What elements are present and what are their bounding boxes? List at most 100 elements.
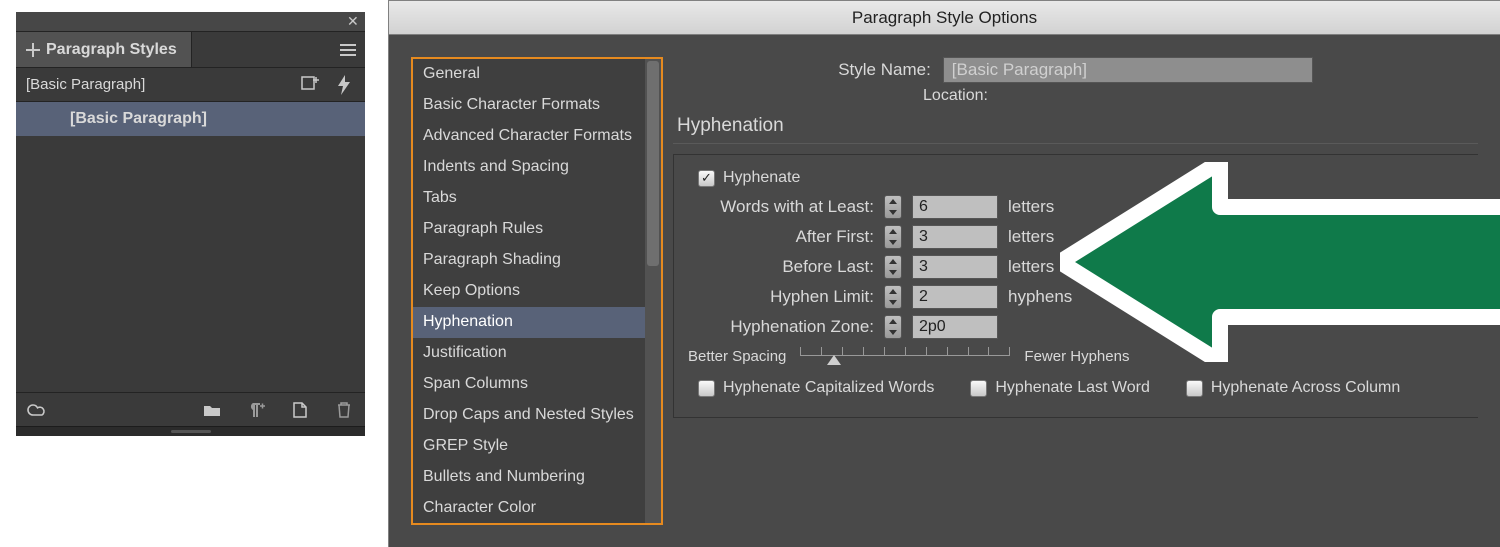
hyphenate-checkbox-row: ✓ Hyphenate [698,169,1464,187]
step-up-icon [885,316,901,327]
panel-menu-button[interactable] [331,32,365,67]
option-label: Hyphenate Across Column [1211,379,1400,397]
numeric-input[interactable] [912,225,998,249]
category-item[interactable]: GREP Style [413,431,645,462]
category-item[interactable]: Character Color [413,493,645,523]
category-item[interactable]: Tabs [413,183,645,214]
page-icon [292,402,308,418]
option-checkbox-row: Hyphenate Capitalized Words [698,379,934,397]
option-label: Hyphenate Capitalized Words [723,379,934,397]
category-scrollbar[interactable] [645,59,661,523]
field-label: After First: [688,227,874,247]
category-item[interactable]: Span Columns [413,369,645,400]
panel-resize-handle[interactable] [16,426,365,436]
slider-left-caption: Better Spacing [688,348,786,365]
numeric-field-row: After First: letters [688,225,1464,249]
panel-footer [16,392,365,426]
unit-label: hyphens [1008,287,1072,307]
stepper[interactable] [884,195,902,219]
step-up-icon [885,286,901,297]
panel-topbar: ✕ [16,12,365,32]
field-label: Hyphenation Zone: [688,317,874,337]
step-down-icon [885,327,901,338]
option-checkbox[interactable] [698,380,715,397]
category-item[interactable]: Indents and Spacing [413,152,645,183]
unit-label: letters [1008,197,1054,217]
stepper[interactable] [884,315,902,339]
style-list-body [16,136,365,392]
category-item[interactable]: Drop Caps and Nested Styles [413,400,645,431]
numeric-field-row: Hyphenation Zone: [688,315,1464,339]
style-list-item-selected[interactable]: [Basic Paragraph] [16,102,365,136]
dialog-body: GeneralBasic Character FormatsAdvanced C… [389,35,1500,547]
option-checkbox[interactable] [1186,380,1203,397]
delete-button[interactable] [333,399,355,421]
numeric-input[interactable] [912,285,998,309]
field-label: Words with at Least: [688,197,874,217]
category-list[interactable]: GeneralBasic Character FormatsAdvanced C… [413,59,645,523]
tab-paragraph-styles[interactable]: Paragraph Styles [16,32,192,67]
expand-icon [26,43,40,57]
style-name-row: Style Name: [673,57,1478,83]
field-label: Hyphen Limit: [688,287,874,307]
category-item[interactable]: Bullets and Numbering [413,462,645,493]
close-icon[interactable]: ✕ [347,15,359,27]
style-list-item-label: [Basic Paragraph] [70,110,207,128]
category-item[interactable]: Paragraph Shading [413,245,645,276]
new-style-button[interactable] [299,74,321,96]
numeric-input[interactable] [912,255,998,279]
divider [673,143,1478,144]
step-down-icon [885,237,901,248]
trash-icon [336,401,352,419]
option-checkbox[interactable] [970,380,987,397]
cc-libraries-button[interactable] [26,399,48,421]
panel-tab-row: Paragraph Styles [16,32,365,68]
hyphenation-fieldset: ✓ Hyphenate Words with at Least:lettersA… [673,154,1478,418]
category-item[interactable]: Keep Options [413,276,645,307]
unit-label: letters [1008,227,1054,247]
pilcrow-plus-icon [247,402,265,418]
step-down-icon [885,267,901,278]
section-title: Hyphenation [677,115,1478,137]
style-name-input[interactable] [943,57,1313,83]
stepper[interactable] [884,285,902,309]
location-label: Location: [923,87,988,104]
clear-overrides-button[interactable] [245,399,267,421]
stepper[interactable] [884,225,902,249]
step-down-icon [885,207,901,218]
style-group-button[interactable] [201,399,223,421]
hamburger-icon [340,44,356,56]
step-up-icon [885,196,901,207]
tab-label: Paragraph Styles [46,41,177,59]
paragraph-style-options-dialog: Paragraph Style Options GeneralBasic Cha… [388,0,1500,547]
category-item[interactable]: Advanced Character Formats [413,121,645,152]
option-checkbox-row: Hyphenate Across Column [1186,379,1400,397]
slider-right-caption: Fewer Hyphens [1024,348,1129,365]
numeric-field-row: Before Last:letters [688,255,1464,279]
category-item[interactable]: General [413,59,645,90]
location-row: Location: [433,87,1478,105]
hyphenate-label: Hyphenate [723,169,800,187]
hyphenation-slider[interactable] [800,347,1010,365]
field-label: Before Last: [688,257,874,277]
option-label: Hyphenate Last Word [995,379,1149,397]
slider-thumb-icon [827,355,841,365]
dialog-title: Paragraph Style Options [389,1,1500,35]
stepper[interactable] [884,255,902,279]
cloud-icon [27,403,47,417]
quick-apply-button[interactable] [333,74,355,96]
category-item[interactable]: Hyphenation [413,307,645,338]
category-item[interactable]: Justification [413,338,645,369]
category-item[interactable]: Paragraph Rules [413,214,645,245]
category-list-wrap: GeneralBasic Character FormatsAdvanced C… [411,57,663,525]
current-style-label: [Basic Paragraph] [26,76,287,93]
step-down-icon [885,297,901,308]
numeric-input[interactable] [912,195,998,219]
numeric-input[interactable] [912,315,998,339]
hyphenate-checkbox[interactable]: ✓ [698,170,715,187]
step-up-icon [885,256,901,267]
new-page-button[interactable] [289,399,311,421]
panel-header-row: [Basic Paragraph] [16,68,365,102]
folder-icon [203,403,221,417]
lightning-icon [336,75,352,95]
